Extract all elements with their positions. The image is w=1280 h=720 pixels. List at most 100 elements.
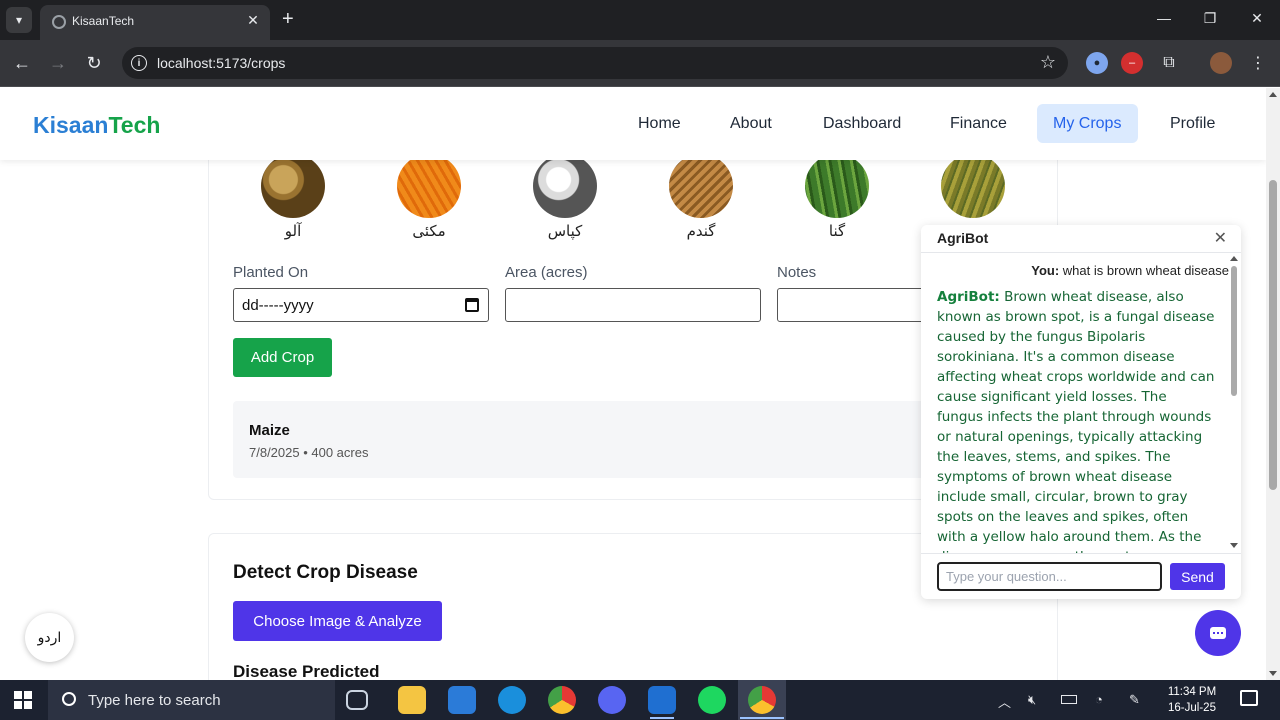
volume-muted-icon[interactable]: 🔇︎ [1028,692,1036,708]
area-label: Area (acres) [505,264,588,281]
nav-about[interactable]: About [714,104,788,143]
chat-close-icon[interactable]: ✕ [1214,228,1227,248]
battery-icon[interactable] [1061,695,1077,704]
site-logo[interactable]: KisaanTech [33,112,160,139]
wheat-icon [669,154,733,218]
disease-section-title: Detect Crop Disease [233,562,418,583]
chrome-icon[interactable] [548,686,576,714]
extension-lens-icon[interactable]: ● [1086,52,1108,74]
scroll-down-icon[interactable] [1230,543,1238,548]
scroll-up-icon[interactable] [1230,256,1238,261]
new-tab-plus-icon[interactable]: + [282,9,294,29]
globe-icon [52,15,66,29]
send-button[interactable]: Send [1170,563,1225,590]
url-text[interactable]: localhost:5173/crops [157,55,285,71]
nav-my-crops[interactable]: My Crops [1037,104,1138,143]
minimize-icon[interactable]: — [1154,10,1174,26]
cotton-icon [533,154,597,218]
browser-toolbar: ← → ↻ i localhost:5173/crops ☆ ● – ⧉ ⋮ [0,40,1280,87]
crop-option-maize[interactable]: مکئی [389,154,469,240]
site-navbar: KisaanTech Home About Dashboard Finance … [0,88,1266,160]
extension-block-icon[interactable]: – [1121,52,1143,74]
tray-overflow-chevron-icon[interactable]: ︿ [998,692,1011,711]
scroll-thumb[interactable] [1231,266,1237,396]
site-info-icon[interactable]: i [131,55,147,71]
running-indicator [740,717,784,719]
windows-start-icon[interactable] [14,691,32,709]
user-message: You: what is brown wheat disease [1031,263,1229,278]
windows-taskbar: Type here to search ︿ 🔇︎ ◔ ✎ 11:34 PM 16… [0,680,1280,720]
chat-question-input[interactable]: Type your question... [937,562,1162,591]
browser-tab[interactable]: KisaanTech ✕ [40,5,270,40]
clock-date: 16-Jul-25 [1168,702,1216,714]
language-toggle-button[interactable]: اردو [25,613,74,662]
bookmark-star-icon[interactable]: ☆ [1040,52,1056,73]
pen-icon[interactable]: ✎ [1129,692,1140,708]
taskbar-search[interactable]: Type here to search [48,680,335,720]
scroll-thumb[interactable] [1269,180,1277,490]
date-value: dd-----yyyy [242,297,314,314]
search-icon [62,692,76,706]
tab-close-icon[interactable]: ✕ [244,11,262,29]
profile-avatar-icon[interactable] [1210,52,1232,74]
crop-option-cotton[interactable]: کپاس [525,154,605,240]
bot-message: AgriBot: Brown wheat disease, also known… [937,289,1215,554]
chat-messages[interactable]: You: what is brown wheat disease AgriBot… [921,254,1229,554]
window-close-icon[interactable]: ✕ [1247,10,1267,27]
maize-icon [397,154,461,218]
microsoft-store-icon[interactable] [448,686,476,714]
crop-option-potato[interactable]: آلو [253,154,333,240]
crop-option-wheat[interactable]: گندم [661,154,741,240]
forward-arrow-icon[interactable]: → [46,52,70,74]
crop-label: کپاس [547,222,583,240]
page-scrollbar[interactable] [1266,88,1280,680]
reload-icon[interactable]: ↻ [82,52,106,74]
tab-list-chevron-icon[interactable]: ▾ [6,7,32,33]
browser-menu-icon[interactable]: ⋮ [1247,52,1269,74]
edge-icon[interactable] [498,686,526,714]
crop-name: Maize [249,422,290,439]
back-arrow-icon[interactable]: ← [10,52,34,74]
sugarcane-icon [805,154,869,218]
crop-label: آلو [284,222,302,240]
add-crop-button[interactable]: Add Crop [233,338,332,377]
file-explorer-icon[interactable] [398,686,426,714]
extensions-puzzle-icon[interactable]: ⧉ [1158,52,1180,74]
taskbar-clock[interactable]: 11:34 PM 16-Jul-25 [1160,684,1224,716]
nav-profile[interactable]: Profile [1154,104,1231,143]
address-bar[interactable]: i localhost:5173/crops ☆ [122,47,1068,79]
chat-toggle-button[interactable] [1195,610,1241,656]
nav-dashboard[interactable]: Dashboard [807,104,917,143]
rice-icon [941,154,1005,218]
chat-footer: Type your question... Send [921,553,1241,599]
crop-option-sugarcane[interactable]: گنا [797,154,877,240]
planted-on-date-input[interactable]: dd-----yyyy [233,288,489,322]
task-view-icon[interactable] [346,690,368,710]
choose-image-analyze-button[interactable]: Choose Image & Analyze [233,601,442,641]
nav-finance[interactable]: Finance [934,104,1023,143]
chat-scrollbar[interactable] [1229,254,1239,550]
calendar-icon[interactable] [465,298,479,312]
discord-icon[interactable] [598,686,626,714]
vscode-icon[interactable] [648,686,676,714]
clock-time: 11:34 PM [1167,686,1217,698]
notes-label: Notes [777,264,817,281]
crop-label: گندم [686,222,716,240]
scroll-up-icon[interactable] [1269,92,1277,97]
chrome-active-icon[interactable] [748,686,776,714]
crop-option-rice[interactable] [933,154,1013,222]
network-icon[interactable]: ◔ [1095,692,1103,707]
chat-bubble-icon [1210,627,1226,639]
search-placeholder: Type here to search [88,692,221,709]
notification-icon[interactable] [1240,690,1258,706]
browser-tab-bar: ▾ KisaanTech ✕ + — ❐ ✕ [0,0,1280,40]
crop-label: گنا [828,222,846,240]
restore-icon[interactable]: ❐ [1200,10,1220,27]
page-viewport: KisaanTech Home About Dashboard Finance … [0,88,1280,680]
nav-home[interactable]: Home [622,104,697,143]
chat-title: AgriBot [937,230,989,246]
crop-meta: 7/8/2025 • 400 acres [249,445,369,460]
area-input[interactable] [505,288,761,322]
spotify-icon[interactable] [698,686,726,714]
scroll-down-icon[interactable] [1269,671,1277,676]
